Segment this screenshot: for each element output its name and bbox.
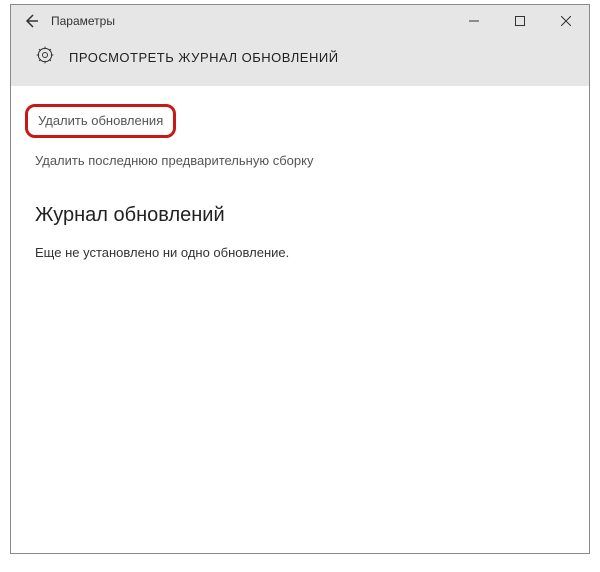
window-title: Параметры bbox=[51, 14, 115, 28]
maximize-button[interactable] bbox=[497, 5, 543, 37]
arrow-left-icon bbox=[23, 13, 39, 29]
settings-window: Параметры bbox=[10, 4, 590, 554]
window-controls bbox=[451, 5, 589, 37]
close-icon bbox=[561, 16, 571, 26]
back-button[interactable] bbox=[19, 9, 43, 33]
minimize-icon bbox=[469, 16, 479, 26]
highlight-annotation: Удалить обновления bbox=[25, 104, 176, 138]
uninstall-updates-link[interactable]: Удалить обновления bbox=[38, 113, 163, 128]
remove-preview-build-link[interactable]: Удалить последнюю предварительную сборку bbox=[35, 153, 313, 168]
maximize-icon bbox=[515, 16, 525, 26]
no-updates-status: Еще не установлено ни одно обновление. bbox=[35, 245, 565, 260]
minimize-button[interactable] bbox=[451, 5, 497, 37]
content-area: Удалить обновления Удалить последнюю пре… bbox=[11, 86, 589, 278]
close-button[interactable] bbox=[543, 5, 589, 37]
titlebar: Параметры bbox=[11, 5, 589, 37]
page-title: ПРОСМОТРЕТЬ ЖУРНАЛ ОБНОВЛЕНИЙ bbox=[69, 50, 339, 65]
update-history-heading: Журнал обновлений bbox=[35, 204, 565, 227]
gear-icon bbox=[35, 45, 55, 70]
page-header: ПРОСМОТРЕТЬ ЖУРНАЛ ОБНОВЛЕНИЙ bbox=[11, 37, 589, 86]
